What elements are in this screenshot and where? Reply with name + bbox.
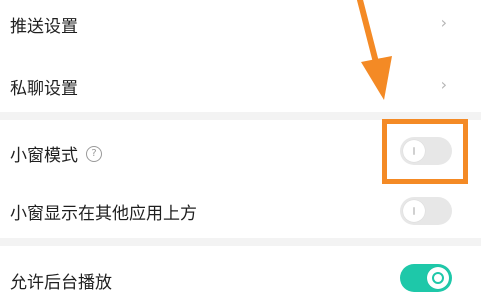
- background-playback-toggle[interactable]: [400, 264, 452, 292]
- background-playback-row: 允许后台播放: [0, 246, 481, 304]
- help-icon[interactable]: ?: [86, 145, 102, 162]
- arrow-down-icon: [357, 0, 392, 100]
- small-window-on-top-label: 小窗显示在其他应用上方: [10, 204, 197, 224]
- chevron-right-icon: ›: [440, 75, 447, 94]
- small-window-on-top-toggle[interactable]: [400, 197, 452, 225]
- chevron-right-icon: ›: [440, 13, 447, 32]
- small-window-mode-label-group: 小窗模式 ?: [10, 141, 102, 166]
- highlight-box: [382, 119, 468, 184]
- toggle-on-indicator: [432, 272, 444, 284]
- small-window-on-top-row: 小窗显示在其他应用上方: [0, 182, 481, 236]
- settings-page: 推送设置 › 私聊设置 › 小窗模式 ? 小窗显示在其他应用上方 允许后台播放: [0, 0, 481, 304]
- section-divider: [0, 238, 481, 246]
- push-settings-label: 推送设置: [10, 17, 78, 37]
- small-window-mode-label: 小窗模式: [10, 146, 78, 166]
- toggle-knob: [403, 200, 425, 222]
- background-playback-label: 允许后台播放: [10, 273, 112, 293]
- private-chat-settings-label: 私聊设置: [10, 79, 78, 99]
